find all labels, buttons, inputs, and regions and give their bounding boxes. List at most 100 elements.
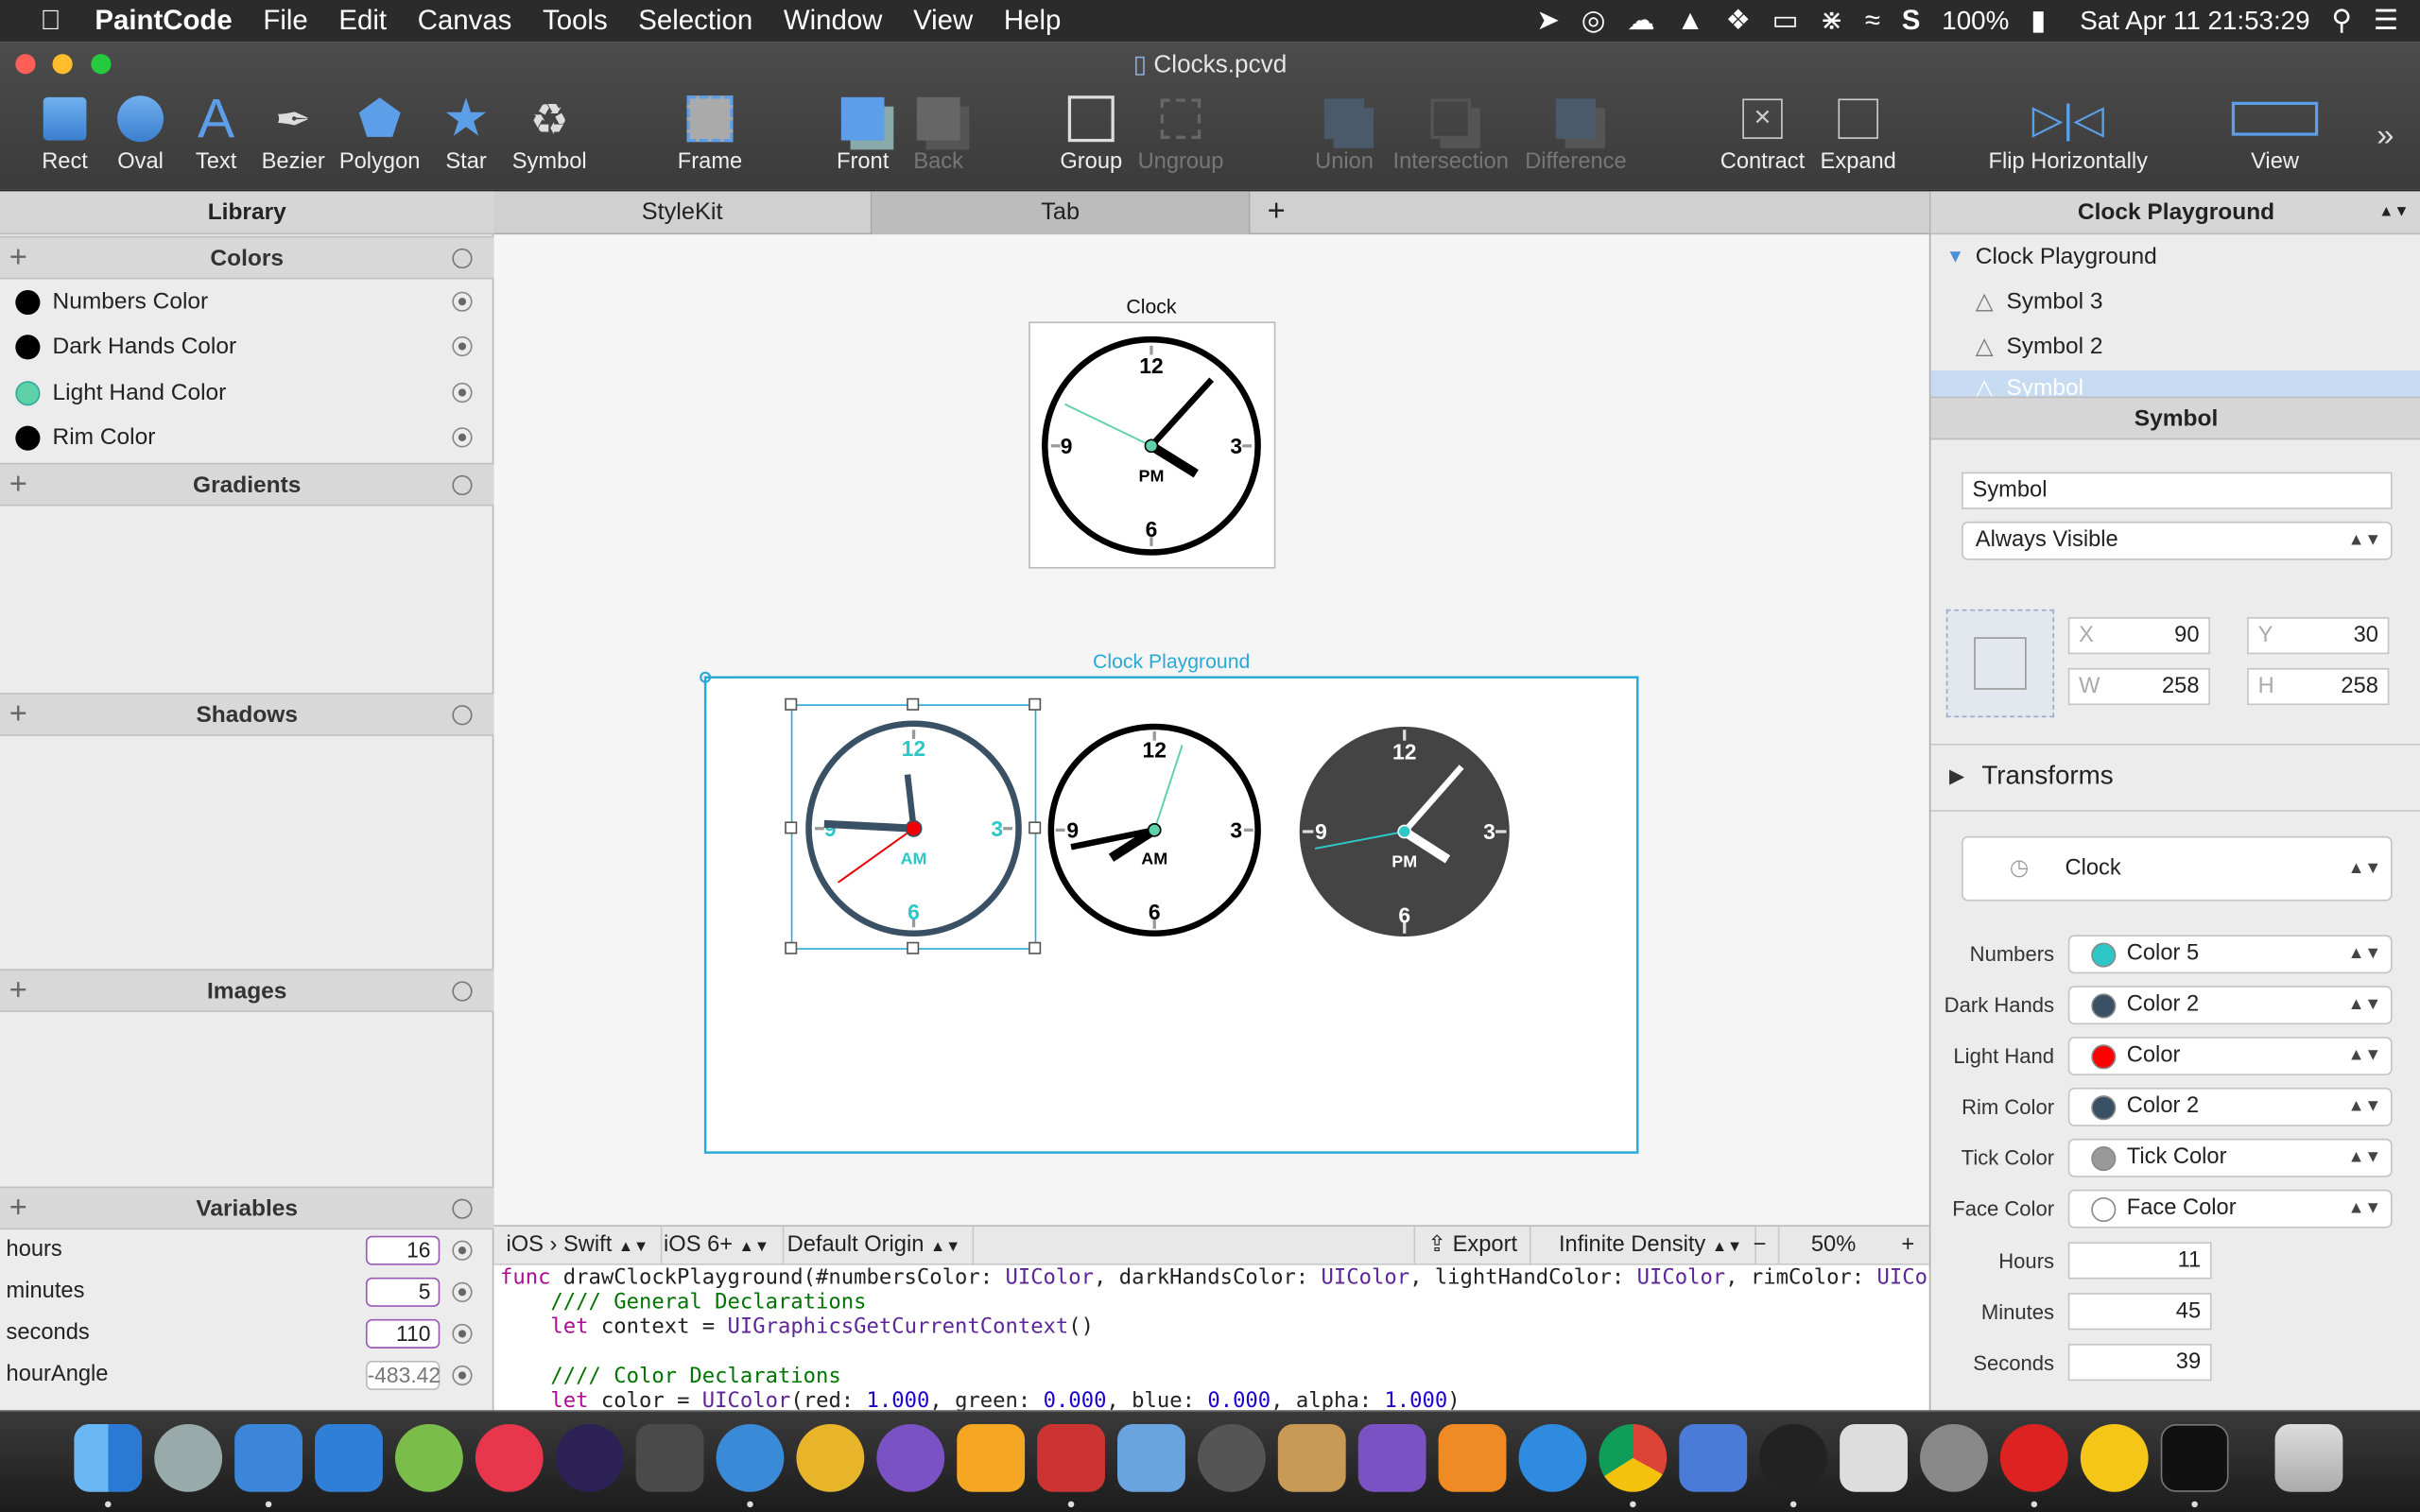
hours-field[interactable]: 11 [2067,1242,2212,1280]
gradients-section-header[interactable]: + Gradients [0,462,494,507]
variable-value-field[interactable]: 110 [365,1318,441,1349]
github-icon[interactable] [876,1423,945,1492]
symbol-instance-selected[interactable]: 12 3 6 9 AM [805,720,1022,937]
target-select[interactable]: iOS 6+ ▲▼ [651,1226,784,1265]
tree-item[interactable]: △ Symbol 3 [1930,280,2420,324]
send-icon[interactable]: ➤ [1536,5,1560,37]
menu-canvas[interactable]: Canvas [418,5,512,37]
variable-radio-icon[interactable] [452,1240,473,1261]
difference-button[interactable]: Difference [1517,88,1634,183]
export-button[interactable]: ⇪ Export [1413,1226,1531,1265]
s-app-icon[interactable]: S [1902,5,1921,37]
dropbox-icon[interactable]: ❖ [1725,5,1750,37]
drawing-canvas[interactable]: Clock 12 3 6 9 PM Clock Playground 12 3 … [493,234,1929,1226]
variable-row[interactable]: minutes 5 [0,1271,493,1313]
color-radio-icon[interactable] [452,335,473,357]
variable-row[interactable]: hours 16 [0,1229,493,1271]
compass-icon[interactable] [1197,1423,1266,1492]
symbol-name-field[interactable]: Symbol [1962,472,2393,509]
visibility-select[interactable]: Always Visible ▲▼ [1962,521,2393,560]
color-item[interactable]: Rim Color [0,415,493,459]
symbol-tool-button[interactable]: ♻ Symbol [491,88,608,183]
face-color-select[interactable]: Face Color ▲▼ [2067,1189,2393,1228]
flip-horizontally-button[interactable]: ▷|◁ Flip Horizontally [1979,88,2157,183]
instruments-icon[interactable] [315,1423,383,1492]
menu-view[interactable]: View [913,5,973,37]
symbol-source-select[interactable]: ◷ Clock ▲▼ [1962,835,2393,902]
clock-symbol-source[interactable]: 12 3 6 9 PM [1042,335,1261,556]
union-button[interactable]: Union [1286,88,1403,183]
trash-icon[interactable] [2274,1423,2343,1492]
dark-hands-color-select[interactable]: Color 2 ▲▼ [2067,986,2393,1025]
seconds-field[interactable]: 39 [2067,1344,2212,1382]
flickr-icon[interactable] [475,1423,544,1492]
clock-text[interactable]: Sat Apr 11 21:53:29 [2080,6,2309,37]
rim-color-select[interactable]: Color 2 ▲▼ [2067,1088,2393,1126]
color-item[interactable]: Dark Hands Color [0,324,493,369]
menu-file[interactable]: File [263,5,307,37]
safari-icon[interactable] [1518,1423,1587,1492]
menu-app-name[interactable]: PaintCode [95,5,232,37]
variables-options-icon[interactable] [452,1198,473,1219]
gradients-options-icon[interactable] [452,474,473,496]
variable-radio-icon[interactable] [452,1281,473,1302]
terminal-icon[interactable] [2160,1423,2229,1492]
spotlight-icon[interactable]: ⚲ [2331,5,2352,37]
menu-tools[interactable]: Tools [543,5,608,37]
eclipse-icon[interactable] [555,1423,624,1492]
menu-edit[interactable]: Edit [338,5,387,37]
shadows-options-icon[interactable] [452,705,473,726]
add-shadow-icon[interactable]: + [9,695,27,736]
light-hand-color-select[interactable]: Color ▲▼ [2067,1037,2393,1075]
shadows-section-header[interactable]: + Shadows [0,693,494,736]
android-studio-icon[interactable] [394,1423,463,1492]
system-preferences-icon[interactable] [1920,1423,1988,1492]
ibooks-icon[interactable] [1438,1423,1507,1492]
color-radio-icon[interactable] [452,382,473,404]
symbol-instance[interactable]: 12 3 6 9 PM [1299,726,1510,937]
tree-item-selected[interactable]: △ Symbol [1930,369,2420,397]
color-radio-icon[interactable] [452,291,473,312]
height-field[interactable]: H 258 [2247,667,2390,706]
variable-radio-icon[interactable] [452,1323,473,1345]
airplay-icon[interactable]: ▭ [1772,5,1799,37]
y-field[interactable]: Y 30 [2247,617,2390,655]
colors-options-icon[interactable] [452,248,473,269]
add-color-icon[interactable]: + [9,237,27,279]
zoom-out-button[interactable]: − [1741,1226,1781,1265]
apple-icon[interactable]:  [40,5,60,37]
variable-radio-icon[interactable] [452,1365,473,1386]
globe-icon[interactable]: ◎ [1582,5,1606,37]
finder-icon[interactable] [74,1423,143,1492]
add-variable-icon[interactable]: + [9,1188,27,1229]
language-select[interactable]: iOS › Swift ▲▼ [493,1226,663,1265]
transforms-section[interactable]: ▶ Transforms [1930,743,2420,812]
qq-icon[interactable] [1759,1423,1828,1492]
color-item[interactable]: Light Hand Color [0,370,493,415]
images-options-icon[interactable] [452,981,473,1002]
color-item[interactable]: Numbers Color [0,280,493,324]
bear-icon[interactable] [796,1423,865,1492]
tab-tab[interactable]: Tab [872,191,1251,235]
x-field[interactable]: X 90 [2067,617,2210,655]
tab-stylekit[interactable]: StyleKit [493,191,873,235]
variables-section-header[interactable]: + Variables [0,1186,494,1230]
minutes-field[interactable]: 45 [2067,1293,2212,1331]
frame-button[interactable]: Frame [651,88,769,183]
intersection-button[interactable]: Intersection [1388,88,1514,183]
menu-window[interactable]: Window [784,5,883,37]
ungroup-button[interactable]: Ungroup [1122,88,1239,183]
disclosure-open-icon[interactable]: ▼ [1946,234,1964,279]
package-icon[interactable] [1277,1423,1346,1492]
notification-center-icon[interactable]: ☰ [2374,5,2398,37]
numbers-color-select[interactable]: Color 5 ▲▼ [2067,935,2393,974]
menu-help[interactable]: Help [1004,5,1061,37]
tree-item-root[interactable]: ▼ Clock Playground [1930,234,2420,279]
variable-value-field[interactable]: -483.42 [365,1361,441,1391]
width-field[interactable]: W 258 [2067,667,2210,706]
view-button[interactable]: View [2216,88,2333,183]
markdown-icon[interactable] [716,1423,785,1492]
autoresize-widget[interactable] [1945,609,2055,718]
zoom-in-button[interactable]: + [1889,1227,1927,1265]
dash-icon[interactable] [1357,1423,1426,1492]
